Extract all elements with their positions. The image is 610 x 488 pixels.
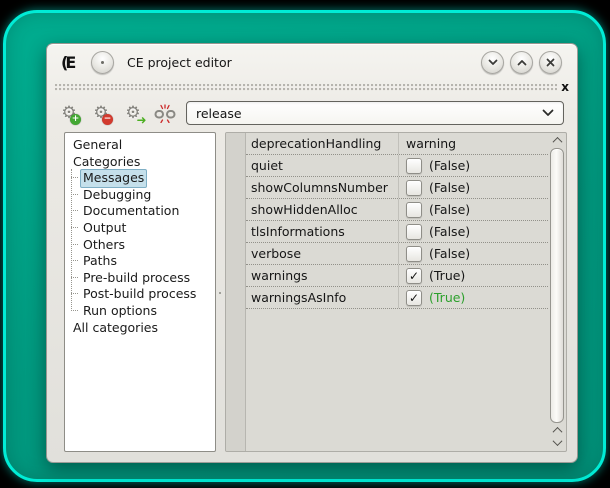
checkbox-unchecked[interactable]	[406, 224, 422, 240]
property-name: showHiddenAlloc	[246, 199, 398, 220]
close-icon	[546, 58, 555, 67]
broken-link-icon	[154, 103, 176, 123]
tree-item-messages[interactable]: Messages	[65, 169, 215, 186]
property-name: verbose	[246, 243, 398, 264]
property-value-text: (False)	[429, 158, 470, 173]
property-name: tlsInformations	[246, 221, 398, 242]
desktop-frame: (E CE project editor x ⚙	[3, 10, 606, 482]
add-target-button[interactable]: ⚙ +	[56, 100, 82, 126]
property-row-warningsAsInfo[interactable]: warningsAsInfo ✓ (True)	[246, 287, 548, 309]
tree-item-others[interactable]: Others	[65, 236, 215, 253]
window-title: CE project editor	[127, 55, 481, 70]
property-row-showColumnsNumber[interactable]: showColumnsNumber (False)	[246, 177, 548, 199]
titlebar: (E CE project editor	[47, 44, 577, 76]
property-row-quiet[interactable]: quiet (False)	[246, 155, 548, 177]
window-menu-button[interactable]	[91, 51, 114, 74]
property-table: deprecationHandlingwarningquiet(False)sh…	[225, 132, 567, 452]
property-row-tlsInformations[interactable]: tlsInformations (False)	[246, 221, 548, 243]
tree-item-label: All categories	[70, 319, 161, 338]
property-value-cell: ✓ (True)	[398, 287, 548, 308]
dock-handle-texture[interactable]	[55, 83, 557, 92]
chevron-up-icon	[517, 59, 527, 66]
tree-item-debugging[interactable]: Debugging	[65, 186, 215, 203]
checkbox-unchecked[interactable]	[406, 246, 422, 262]
app-logo-icon: (E	[61, 53, 83, 72]
scroll-down-button[interactable]	[554, 437, 561, 448]
property-name: warnings	[246, 265, 398, 286]
minus-badge-icon: −	[102, 114, 113, 125]
property-name: deprecationHandling	[246, 133, 398, 154]
checkbox-unchecked[interactable]	[406, 202, 422, 218]
vertical-scrollbar[interactable]	[549, 135, 565, 449]
tree-item-label: Run options	[80, 302, 160, 321]
remove-target-button[interactable]: ⚙ −	[88, 100, 114, 126]
tree-item-categories[interactable]: Categories	[65, 153, 215, 170]
property-name: warningsAsInfo	[246, 287, 398, 308]
tree-item-pre-build-process[interactable]: Pre-build process	[65, 269, 215, 286]
ce-project-editor-window: (E CE project editor x ⚙	[46, 43, 578, 463]
property-value-text: (False)	[429, 180, 470, 195]
property-rows: deprecationHandlingwarningquiet(False)sh…	[246, 133, 548, 309]
property-value-text: (False)	[429, 246, 470, 261]
tree-children-group: MessagesDebuggingDocumentationOutputOthe…	[65, 169, 215, 318]
build-target-value: release	[196, 106, 542, 121]
property-value-text: (True)	[429, 268, 465, 283]
scroll-bottom-buttons	[554, 425, 561, 449]
toolbar: ⚙ + ⚙ − ⚙ ➜ release	[47, 93, 577, 133]
tree-item-output[interactable]: Output	[65, 219, 215, 236]
tree-item-all-categories[interactable]: All categories	[65, 319, 215, 336]
property-name: quiet	[246, 155, 398, 176]
property-value-cell: (False)	[398, 177, 548, 198]
checkbox-checked[interactable]: ✓	[406, 268, 422, 284]
checkbox-checked[interactable]: ✓	[406, 290, 422, 306]
property-row-warnings[interactable]: warnings ✓ (True)	[246, 265, 548, 287]
tree-item-paths[interactable]: Paths	[65, 252, 215, 269]
property-value-cell: (False)	[398, 199, 548, 220]
build-target-select[interactable]: release	[186, 101, 564, 125]
dock-close-button[interactable]: x	[561, 82, 569, 92]
property-value-cell: (False)	[398, 243, 548, 264]
property-name: showColumnsNumber	[246, 177, 398, 198]
unlink-target-button[interactable]	[152, 100, 178, 126]
tree-item-run-options[interactable]: Run options	[65, 302, 215, 319]
roll-up-button[interactable]	[510, 51, 533, 74]
property-row-verbose[interactable]: verbose (False)	[246, 243, 548, 265]
chevron-down-icon	[552, 436, 562, 446]
property-value-text: (False)	[429, 202, 470, 217]
splitter-grip-icon	[219, 292, 221, 294]
arrow-badge-icon: ➜	[136, 115, 147, 126]
scrollbar-thumb[interactable]	[550, 148, 564, 423]
scroll-up-button-2[interactable]	[554, 425, 561, 436]
row-header-gutter	[226, 133, 246, 451]
close-button[interactable]	[539, 51, 562, 74]
property-value-text: (False)	[429, 224, 470, 239]
checkbox-unchecked[interactable]	[406, 180, 422, 196]
desktop: { "titlebar": { "title": "CE project edi…	[0, 0, 610, 488]
property-value-cell: warning	[398, 133, 548, 154]
property-value-text: warning	[406, 136, 456, 151]
chevron-up-icon	[552, 137, 562, 147]
tree-item-label: General	[70, 136, 125, 155]
menu-dot-icon	[101, 61, 104, 64]
tree-item-documentation[interactable]: Documentation	[65, 202, 215, 219]
checkbox-unchecked[interactable]	[406, 158, 422, 174]
scroll-up-button[interactable]	[554, 135, 561, 146]
property-row-deprecationHandling[interactable]: deprecationHandling warning	[246, 133, 548, 155]
category-tree: GeneralCategoriesMessagesDebuggingDocume…	[64, 132, 216, 452]
plus-badge-icon: +	[70, 114, 81, 125]
chevron-down-icon	[488, 59, 498, 66]
dock-titlebar[interactable]: x	[55, 81, 569, 93]
property-value-cell: ✓ (True)	[398, 265, 548, 286]
roll-down-button[interactable]	[481, 51, 504, 74]
property-value-cell: (False)	[398, 155, 548, 176]
property-value-cell: (False)	[398, 221, 548, 242]
splitter-handle[interactable]	[214, 132, 225, 452]
property-value-text: (True)	[429, 290, 465, 305]
tree-item-general[interactable]: General	[65, 136, 215, 153]
chevron-down-icon	[542, 109, 554, 117]
property-row-showHiddenAlloc[interactable]: showHiddenAlloc (False)	[246, 199, 548, 221]
window-controls	[481, 51, 562, 74]
copy-target-button[interactable]: ⚙ ➜	[120, 100, 146, 126]
tree-item-post-build-process[interactable]: Post-build process	[65, 285, 215, 302]
